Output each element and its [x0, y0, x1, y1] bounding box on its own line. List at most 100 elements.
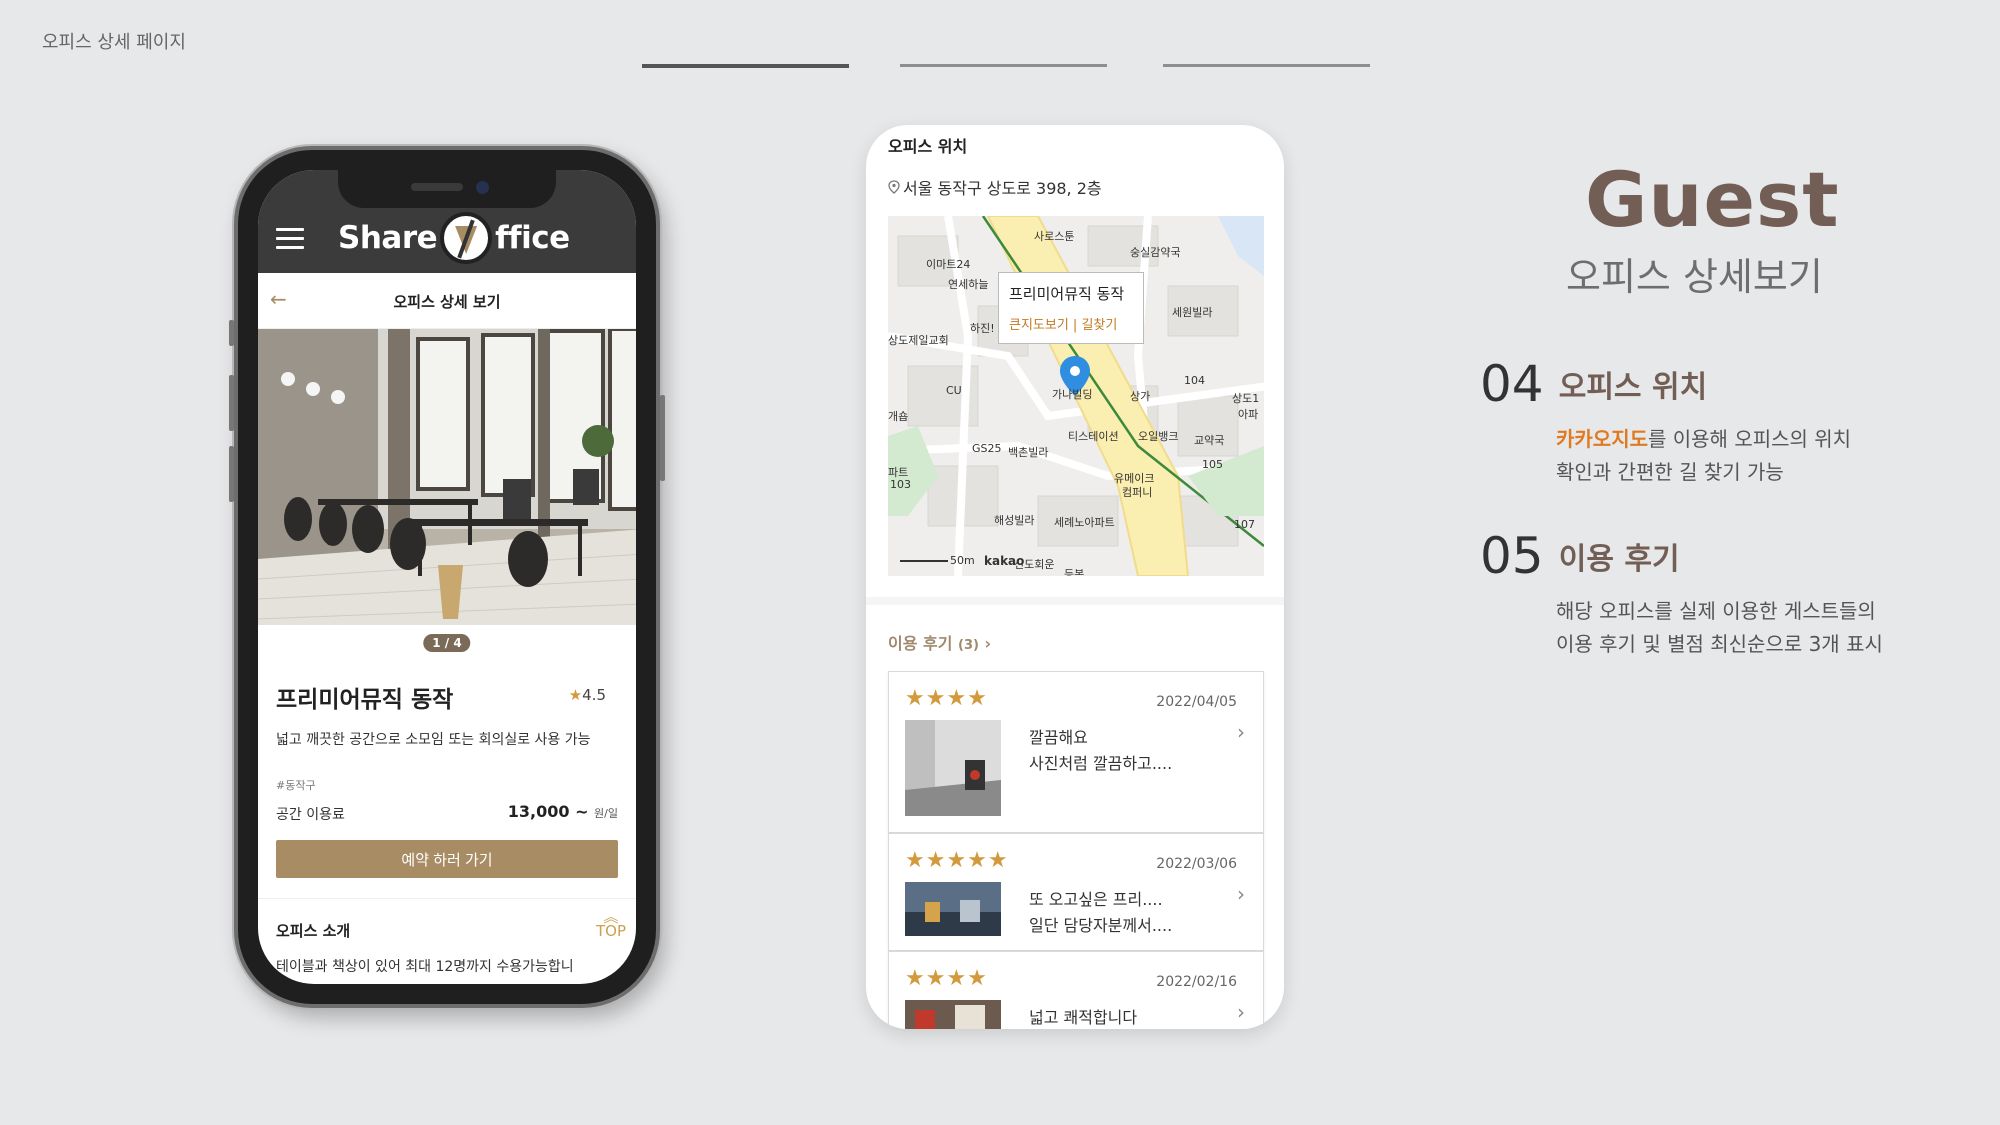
office-description: 넓고 깨끗한 공간으로 소모임 또는 회의실로 사용 가능 — [276, 732, 591, 748]
location-pin-icon — [888, 180, 900, 194]
feature-desc-line1: 해당 오피스를 실제 이용한 게스트들의 — [1556, 599, 1876, 623]
map-place-tooltip[interactable]: 프리미어뮤직 동작 큰지도보기 | 길찾기 — [998, 272, 1144, 344]
feature-desc-rest: 를 이용해 오피스의 위치 — [1648, 427, 1852, 451]
review-card[interactable]: ★★★★ 2022/04/05 깔끔해요 사진처럼 깔끔하고.... › — [888, 671, 1264, 833]
review-card[interactable]: ★★★★★ 2022/03/06 또 오고싶은 프리.... 일단 담당자분께서… — [888, 833, 1264, 951]
chevron-right-icon[interactable]: › — [1237, 1000, 1245, 1024]
sub-header: ← 오피스 상세 보기 — [258, 273, 636, 329]
phone-screen: Share ffice ← 오피스 상세 보기 1 / 4 프리미어뮤직 동작 … — [258, 170, 636, 984]
front-camera — [476, 181, 489, 194]
intro-text: 테이블과 책상이 있어 최대 12명까지 수용가능합니 — [276, 959, 574, 975]
review-date: 2022/03/06 — [1156, 856, 1237, 872]
progress-step-2[interactable] — [900, 64, 1107, 67]
fee-amount: 13,000 ~ — [507, 802, 589, 821]
address-text: 서울 동작구 상도로 398, 2층 — [903, 179, 1102, 198]
review-card[interactable]: ★★★★ 2022/02/16 넓고 쾌적합니다 › — [888, 951, 1264, 1029]
tooltip-place-name: 프리미어뮤직 동작 — [1009, 285, 1125, 303]
map-label: 개숍 — [888, 410, 909, 423]
feature-name: 오피스 위치 — [1558, 370, 1708, 405]
phone-power-button — [660, 395, 665, 481]
fee-unit: 원/일 — [594, 807, 618, 820]
feature-location: 04 오피스 위치 카카오지도를 이용해 오피스의 위치 확인과 간편한 길 찾… — [1480, 355, 1851, 489]
tooltip-links[interactable]: 큰지도보기 | 길찾기 — [1009, 314, 1133, 333]
map-label: 등복 — [1064, 568, 1085, 576]
star-icon: ★ — [568, 686, 583, 704]
fee-value: 13,000 ~ 원/일 — [508, 802, 618, 821]
reviews-header[interactable]: 이용 후기 (3) › — [888, 630, 991, 654]
map-label: 104 — [1184, 374, 1205, 387]
feature-desc-line2: 확인과 간편한 길 찾기 가능 — [1556, 460, 1784, 484]
phone-mockup-detail: Share ffice ← 오피스 상세 보기 1 / 4 프리미어뮤직 동작 … — [229, 146, 665, 1008]
section-divider — [258, 898, 636, 899]
reviews-count: (3) — [958, 638, 979, 653]
phone-volume-up — [229, 375, 234, 431]
review-date: 2022/04/05 — [1156, 694, 1237, 710]
review-stars: ★★★★ — [905, 686, 988, 711]
map-scale-label: 50m — [950, 554, 975, 567]
review-stars: ★★★★ — [905, 966, 988, 991]
section-title: Guest — [1585, 155, 1840, 244]
map-label: 컴퍼니 — [1122, 486, 1153, 499]
top-label: TOP — [595, 922, 626, 940]
phone-mockup-location: 오피스 위치 서울 동작구 상도로 398, 2층 사로스툰 숭실감약국 이마트… — [866, 125, 1284, 1029]
feature-number: 04 — [1480, 355, 1544, 413]
feature-reviews: 05 이용 후기 해당 오피스를 실제 이용한 게스트들의 이용 후기 및 별점… — [1480, 527, 1883, 661]
progress-step-1[interactable] — [642, 64, 849, 68]
map-label: 107 — [1234, 518, 1255, 531]
kakao-map[interactable]: 사로스툰 숭실감약국 이마트24 연세하늘 세원빌라 하진! 상도제일교회 CU… — [888, 216, 1264, 576]
review-snippet: 사진처럼 깔끔하고.... — [1029, 754, 1173, 773]
logo-text-ffice: ffice — [495, 220, 570, 256]
map-label: 숭실감약국 — [1130, 246, 1181, 259]
phone-mute-switch — [229, 320, 234, 346]
chevron-right-icon[interactable]: › — [1237, 720, 1245, 744]
section-divider — [866, 597, 1284, 605]
feature-name: 이용 후기 — [1558, 542, 1680, 577]
office-photo-image — [258, 329, 636, 625]
section-subtitle: 오피스 상세보기 — [1566, 255, 1823, 299]
map-label: 아파 — [1238, 408, 1259, 421]
hashtag[interactable]: #동작구 — [276, 777, 316, 793]
review-snippet: 일단 담당자분께서.... — [1029, 916, 1173, 935]
map-label: 사로스툰 — [1034, 230, 1075, 243]
map-label: 105 — [1202, 458, 1223, 471]
scroll-top-button[interactable]: ︽ TOP — [595, 910, 626, 940]
fee-label: 공간 이용료 — [276, 807, 345, 823]
map-label: 티스테이션 — [1068, 430, 1119, 443]
office-photo[interactable] — [258, 329, 636, 625]
rating-value: 4.5 — [582, 686, 606, 704]
rating: ★4.5 — [569, 686, 606, 704]
page-label: 오피스 상세 페이지 — [42, 32, 186, 53]
feature-number: 05 — [1480, 527, 1544, 585]
review-thumbnail — [905, 1000, 1001, 1029]
map-label: 이마트24 — [926, 258, 971, 271]
map-label: CU — [946, 384, 962, 397]
progress-step-3[interactable] — [1163, 64, 1370, 67]
chevron-right-icon[interactable]: › — [1237, 882, 1245, 906]
feature-description: 해당 오피스를 실제 이용한 게스트들의 이용 후기 및 별점 최신순으로 3개… — [1556, 595, 1883, 661]
map-label: 교약국 — [1194, 434, 1225, 447]
app-logo[interactable]: Share ffice — [338, 210, 570, 266]
feature-highlight: 카카오지도 — [1556, 427, 1648, 451]
book-button[interactable]: 예약 하러 가기 — [276, 840, 618, 878]
map-label: 가나빌딩 — [1052, 388, 1093, 401]
phone-volume-down — [229, 446, 234, 502]
review-thumbnail — [905, 720, 1001, 816]
logo-o-mark-icon — [440, 212, 493, 264]
reviews-title: 이용 후기 — [888, 634, 953, 653]
office-name: 프리미어뮤직 동작 — [276, 687, 454, 713]
intro-title: 오피스 소개 — [276, 922, 351, 940]
review-thumbnail — [905, 882, 1001, 936]
logo-text-share: Share — [338, 220, 438, 256]
review-stars: ★★★★★ — [905, 848, 1009, 873]
map-label: 세례노아파트 — [1054, 516, 1115, 529]
sub-header-title: 오피스 상세 보기 — [393, 293, 501, 311]
map-label: 하진! — [970, 322, 995, 335]
review-title: 깔끔해요 — [1029, 728, 1088, 747]
image-pager: 1 / 4 — [423, 634, 471, 652]
chevron-right-icon: › — [984, 634, 992, 653]
map-label: 신도회운 — [1014, 558, 1055, 571]
menu-icon[interactable] — [276, 228, 304, 250]
map-label: 상도제일교회 — [888, 334, 949, 347]
review-title: 넓고 쾌적합니다 — [1029, 1008, 1138, 1027]
map-label: GS25 — [972, 442, 1002, 455]
